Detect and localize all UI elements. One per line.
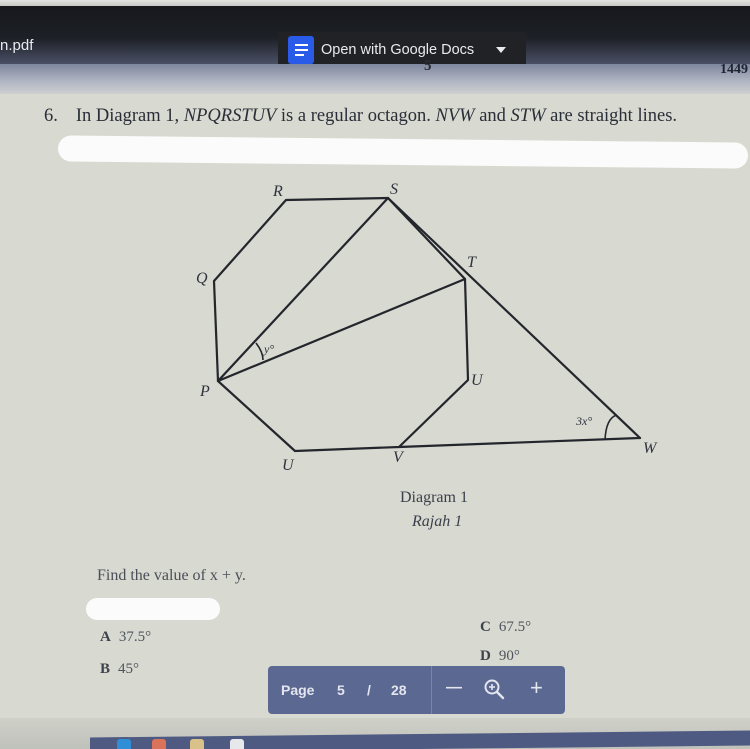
option-value: 90°: [498, 648, 520, 664]
label-Q: Q: [196, 270, 208, 287]
option-letter: C: [480, 619, 491, 635]
taskbar-chrome-icon[interactable]: [152, 739, 166, 749]
option-value: 37.5°: [118, 629, 152, 645]
taskbar-edge-icon[interactable]: [117, 739, 131, 749]
label-S: S: [390, 181, 398, 198]
taskbar-mail-icon[interactable]: [230, 739, 244, 749]
angle-arc-3x: [604, 414, 618, 441]
diagram-caption-en: Diagram 1: [400, 489, 468, 506]
option-value: 45°: [118, 661, 140, 677]
total-pages: 28: [391, 682, 407, 698]
controls-divider: [431, 666, 432, 714]
zoom-fit-button[interactable]: [483, 678, 505, 703]
label-V: V: [393, 449, 405, 466]
label-R: R: [272, 183, 283, 200]
taskbar-folder-icon[interactable]: [190, 739, 204, 749]
diagram-caption-ms: Rajah 1: [412, 513, 463, 530]
label-T: T: [467, 254, 477, 271]
magnifier-icon: [484, 679, 505, 700]
zoom-in-button[interactable]: +: [530, 675, 543, 701]
line-PT: [216, 277, 467, 383]
zoom-out-button[interactable]: —: [446, 679, 462, 697]
angle-arc-y: [255, 342, 264, 361]
option-letter: A: [100, 629, 111, 645]
option-letter: B: [100, 661, 111, 677]
line-VW: [397, 436, 642, 449]
question-prompt: Find the value of x + y.: [97, 567, 246, 584]
line-ST-extension: [386, 196, 642, 440]
angle-label-3x: 3x°: [575, 414, 592, 428]
option-a[interactable]: A 37.5°: [100, 629, 151, 646]
angle-label-y: y°: [263, 342, 274, 356]
option-letter: D: [480, 648, 491, 664]
label-U-right: U: [471, 372, 484, 389]
option-b[interactable]: B 45°: [100, 661, 139, 678]
pdf-page-controls: Page 5 / 28 — +: [268, 666, 565, 714]
label-W: W: [643, 440, 658, 457]
line-PS: [216, 196, 390, 383]
option-value: 67.5°: [498, 619, 532, 635]
label-P: P: [199, 383, 210, 400]
option-c[interactable]: C 67.5°: [480, 619, 531, 636]
octagon-outline: [212, 196, 470, 453]
current-page-input[interactable]: 5: [337, 682, 345, 698]
option-d[interactable]: D 90°: [480, 648, 520, 665]
page-label: Page: [281, 682, 315, 698]
label-U-bottom: U: [282, 457, 295, 474]
page-separator: /: [367, 682, 371, 698]
